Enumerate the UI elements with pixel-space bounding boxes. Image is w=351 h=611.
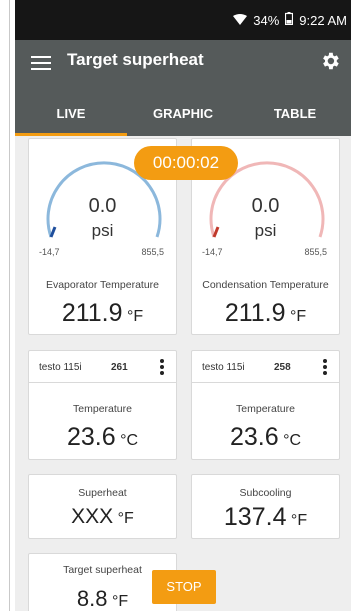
subcooling-card[interactable]: Subcooling 137.4 °F	[191, 474, 340, 539]
app-bar: Target superheat LIVE GRAPHIC TABLE	[15, 40, 351, 136]
condensation-pressure-unit: psi	[254, 221, 277, 240]
page-title: Target superheat	[67, 50, 204, 69]
target-superheat-value: 8.8	[76, 586, 108, 611]
condensation-gauge-min: -14,7	[202, 247, 223, 257]
target-superheat-unit: °F	[111, 593, 129, 610]
evaporator-pressure-unit: psi	[91, 221, 114, 240]
sensor-temperature-value: 23.6	[66, 423, 116, 451]
sensor-name: testo 115i	[39, 362, 82, 373]
sensor-temperature-unit: °C	[283, 432, 302, 449]
sensor-card-261[interactable]: testo 115i 261 Temperature 23.6 °C	[28, 350, 177, 460]
subcooling-value: 137.4	[223, 503, 287, 531]
clock-time: 9:22 AM	[299, 12, 347, 28]
battery-icon	[285, 12, 294, 28]
condensation-gauge-max: 855,5	[304, 247, 327, 257]
sensor-id: 258	[274, 362, 291, 373]
evaporator-gauge-min: -14,7	[39, 247, 60, 257]
hamburger-menu-icon[interactable]	[31, 56, 51, 70]
battery-percent: 34%	[253, 12, 280, 28]
sensor-temperature-label: Temperature	[73, 403, 132, 415]
condensation-temperature-reading: 211.9 °F	[192, 299, 339, 328]
evaporator-temperature-reading: 211.9 °F	[29, 299, 176, 328]
sensor-name: testo 115i	[202, 362, 245, 373]
sensor-temperature-label: Temperature	[236, 403, 295, 415]
sensor-temperature-reading: 23.6 °C	[29, 423, 176, 452]
evaporator-gauge-max: 855,5	[141, 247, 164, 257]
condensation-temperature-unit: °F	[290, 308, 307, 325]
status-indicators: 34% 9:22 AM	[233, 12, 347, 28]
stop-button[interactable]: STOP	[152, 570, 216, 604]
evaporator-temperature-label: Evaporator Temperature	[45, 279, 160, 291]
evaporator-temperature-value: 211.9	[61, 299, 123, 327]
gear-icon[interactable]	[319, 50, 341, 72]
superheat-unit: °F	[117, 510, 134, 527]
more-options-icon[interactable]	[160, 359, 164, 375]
elapsed-timer: 00:00:02	[134, 146, 238, 180]
subcooling-label: Subcooling	[239, 487, 292, 499]
subcooling-unit: °F	[290, 512, 308, 529]
superheat-card[interactable]: Superheat XXX °F	[28, 474, 177, 539]
sensor-header: testo 115i 258	[192, 351, 339, 383]
tab-live[interactable]: LIVE	[15, 94, 127, 136]
condensation-temperature-value: 211.9	[224, 299, 286, 327]
status-bar: 34% 9:22 AM	[15, 0, 351, 40]
condensation-temperature-label: Condensation Temperature	[202, 279, 329, 291]
sensor-temperature-unit: °C	[120, 432, 139, 449]
subcooling-reading: 137.4 °F	[192, 503, 339, 532]
tab-graphic[interactable]: GRAPHIC	[127, 94, 239, 136]
sensor-header: testo 115i 261	[29, 351, 176, 383]
tab-bar: LIVE GRAPHIC TABLE	[15, 94, 351, 136]
sensor-temperature-reading: 23.6 °C	[192, 423, 339, 452]
phone-screen: 34% 9:22 AM Target superheat LIVE GRAPHI…	[15, 0, 351, 611]
superheat-reading: XXX °F	[29, 505, 176, 529]
superheat-value: XXX	[71, 505, 114, 528]
frame-divider	[9, 0, 10, 611]
wifi-icon	[233, 13, 248, 28]
tab-table[interactable]: TABLE	[239, 94, 351, 136]
sensor-id: 261	[111, 362, 128, 373]
sensor-temperature-value: 23.6	[229, 423, 279, 451]
sensor-card-258[interactable]: testo 115i 258 Temperature 23.6 °C	[191, 350, 340, 460]
evaporator-pressure-value: 0.0	[88, 195, 117, 217]
condensation-pressure-value: 0.0	[251, 195, 280, 217]
superheat-label: Superheat	[78, 487, 127, 499]
evaporator-temperature-unit: °F	[127, 308, 144, 325]
more-options-icon[interactable]	[323, 359, 327, 375]
